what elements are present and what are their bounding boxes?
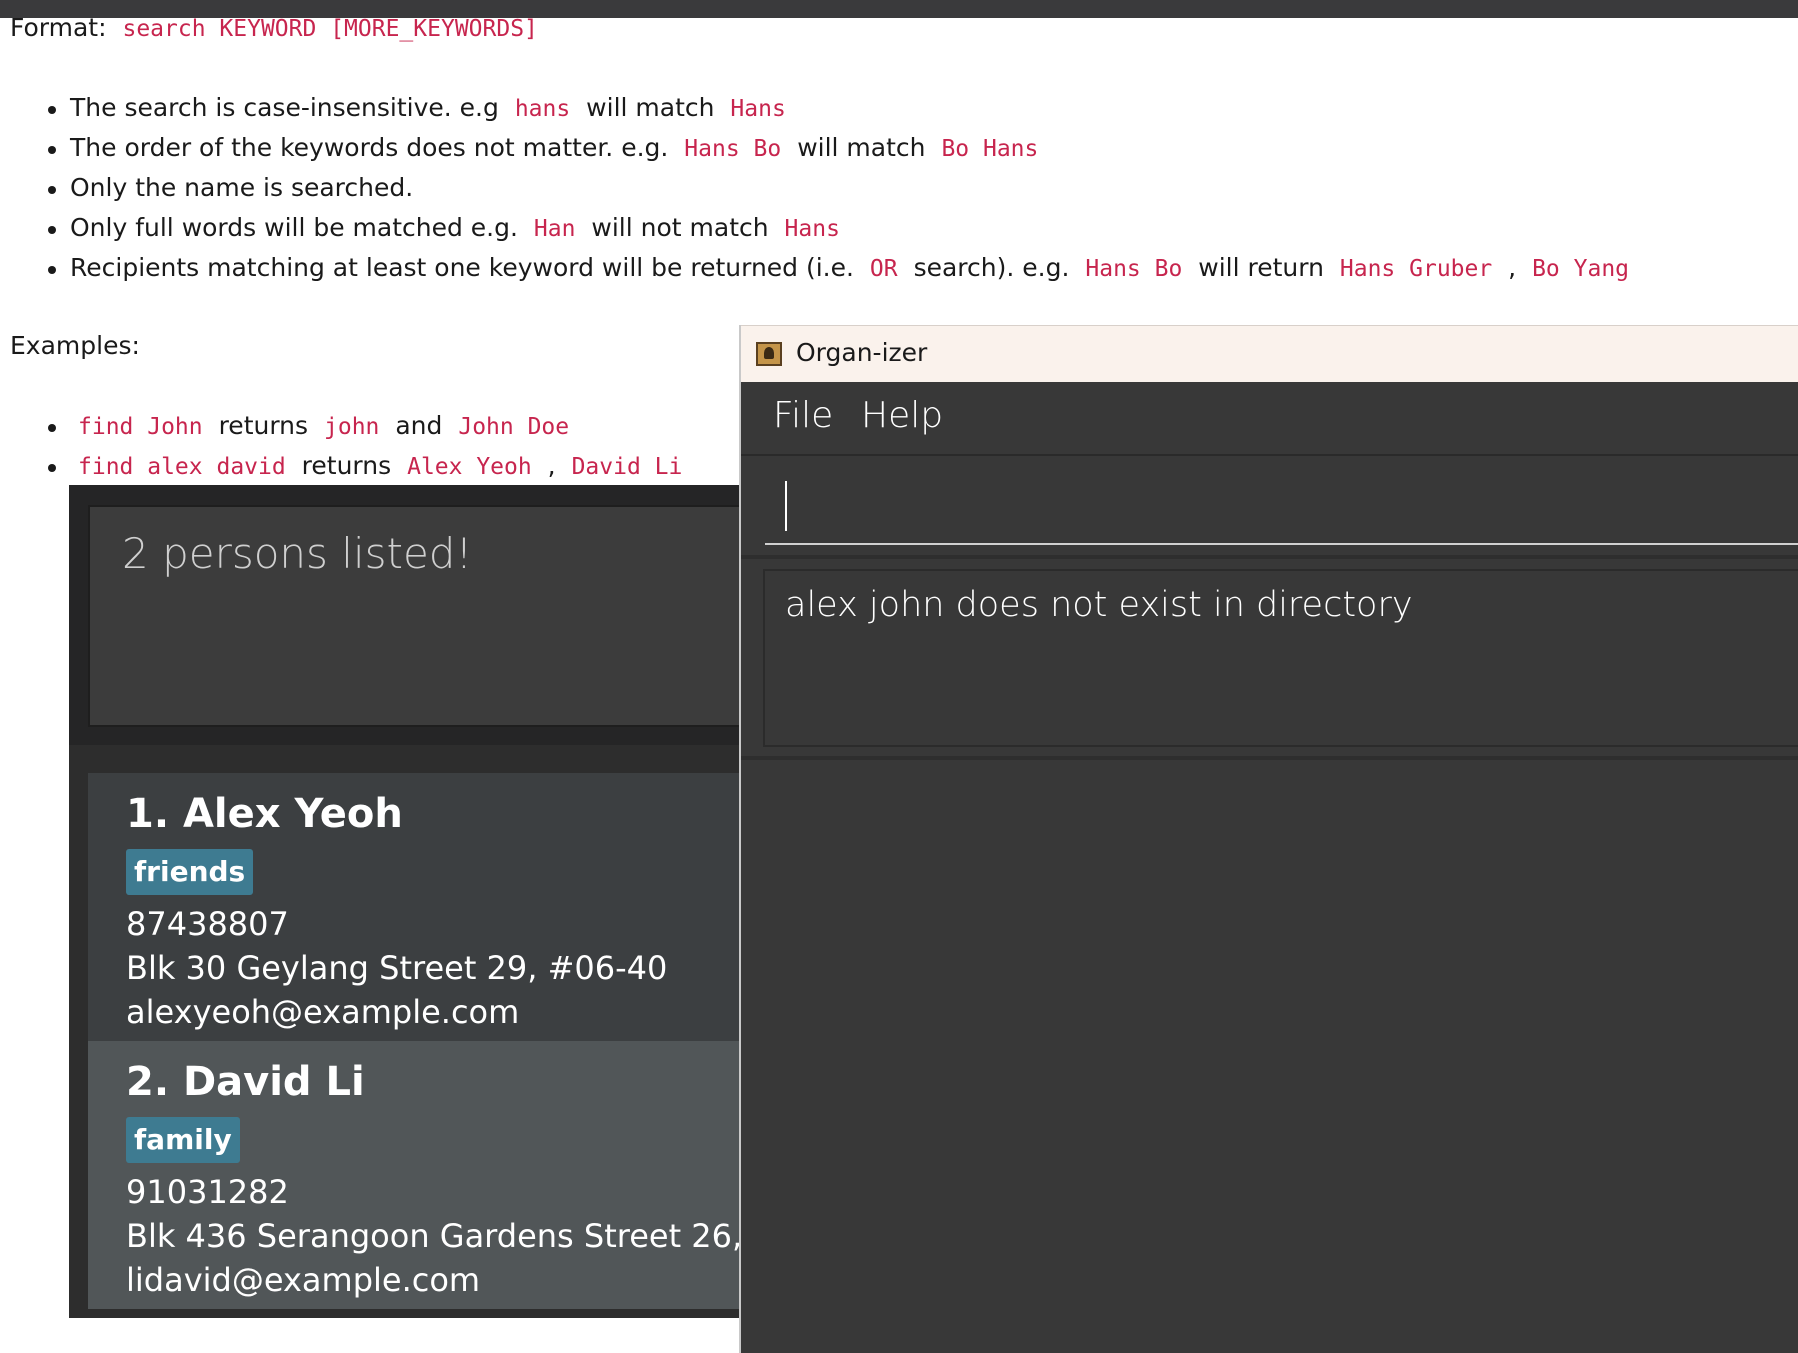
bullet-dot <box>48 226 56 234</box>
inline-code: John Doe <box>458 414 570 440</box>
inline-code: find alex david <box>78 454 286 480</box>
person-card: 2. David Li family 91031282 Blk 436 Sera… <box>88 1041 749 1309</box>
inline-code: Hans Bo <box>684 136 782 162</box>
feedback-text: alex john does not exist in directory <box>785 585 1413 625</box>
organizer-window: Organ-izer File Help alex john does not … <box>739 325 1798 1353</box>
bullet-dot <box>48 186 56 194</box>
menu-bar: File Help <box>741 382 1798 456</box>
inline-code: OR <box>869 256 898 282</box>
inline-code: Hans <box>784 216 840 242</box>
bullet-text: Only full words will be matched e.g. <box>70 213 518 242</box>
inline-code: David Li <box>571 454 683 480</box>
inline-code: find John <box>78 414 203 440</box>
person-address: Blk 436 Serangoon Gardens Street 26, #16… <box>126 1217 749 1255</box>
bullet-text: The order of the keywords does not matte… <box>70 133 669 162</box>
example-text: and <box>395 411 443 440</box>
examples-label: Examples: <box>10 331 140 360</box>
bullet-item: The search is case-insensitive. e.g hans… <box>70 92 794 125</box>
bullet-dot <box>48 146 56 154</box>
bullet-text: The search is case-insensitive. e.g <box>70 93 499 122</box>
bullet-dot <box>48 106 56 114</box>
divider <box>741 756 1798 760</box>
bullet-text: Recipients matching at least one keyword… <box>70 253 854 282</box>
inline-code: john <box>324 414 380 440</box>
bullet-dot <box>48 424 56 432</box>
example-text: , <box>547 451 556 480</box>
person-phone: 87438807 <box>126 905 289 943</box>
person-email: lidavid@example.com <box>126 1261 481 1299</box>
examples-heading: Examples: <box>10 330 140 362</box>
bullet-item: Only full words will be matched e.g. Han… <box>70 212 848 245</box>
menu-help[interactable]: Help <box>861 395 943 436</box>
command-input[interactable] <box>765 473 1798 545</box>
inline-code: Hans Gruber <box>1339 256 1493 282</box>
bullet-text: will return <box>1198 253 1324 282</box>
example-text: returns <box>301 451 392 480</box>
menu-file[interactable]: File <box>773 395 833 436</box>
inline-code: Hans Bo <box>1085 256 1183 282</box>
bullet-text: search). e.g. <box>913 253 1070 282</box>
bullet-text: will match <box>586 93 715 122</box>
result-display: alex john does not exist in directory <box>763 569 1798 747</box>
person-name: 2. David Li <box>126 1059 365 1105</box>
divider <box>741 555 1798 559</box>
person-address: Blk 30 Geylang Street 29, #06-40 <box>126 949 668 987</box>
example-item: find John returns john and John Doe <box>70 410 577 443</box>
bullet-text: Only the name is searched. <box>70 173 414 202</box>
text-caret <box>785 481 787 531</box>
result-text: 2 persons listed! <box>122 529 473 578</box>
window-titlebar[interactable]: Organ-izer <box>741 325 1798 383</box>
result-display: 2 persons listed! <box>88 505 749 727</box>
example-text: returns <box>218 411 309 440</box>
bullet-dot <box>48 464 56 472</box>
bullet-item: Only the name is searched. <box>70 172 413 204</box>
tag-badge: friends <box>126 849 254 895</box>
bullet-dot <box>48 266 56 274</box>
format-label: Format: <box>10 13 107 42</box>
inline-code: Alex Yeoh <box>407 454 532 480</box>
person-phone: 91031282 <box>126 1173 289 1211</box>
inline-code: Han <box>533 216 576 242</box>
example-item: find alex david returns Alex Yeoh , Davi… <box>70 450 690 483</box>
format-line: Format: search KEYWORD [MORE_KEYWORDS] <box>10 12 546 45</box>
bullet-item: The order of the keywords does not matte… <box>70 132 1046 165</box>
bullet-text: will match <box>797 133 926 162</box>
bullet-item: Recipients matching at least one keyword… <box>70 252 1637 285</box>
inline-code: hans <box>514 96 571 122</box>
person-name: 1. Alex Yeoh <box>126 791 403 837</box>
tag-badge: family <box>126 1117 240 1163</box>
person-email: alexyeoh@example.com <box>126 993 520 1031</box>
app-contact-icon <box>756 342 782 366</box>
format-code: search KEYWORD [MORE_KEYWORDS] <box>122 16 538 42</box>
inline-code: Bo Hans <box>941 136 1039 162</box>
inline-code: Bo Yang <box>1532 256 1630 282</box>
example-screenshot: 2 persons listed! 1. Alex Yeoh friends 8… <box>69 485 749 1318</box>
person-card: 1. Alex Yeoh friends 87438807 Blk 30 Gey… <box>88 773 749 1041</box>
window-title: Organ-izer <box>796 338 928 367</box>
bullet-text: , <box>1508 253 1517 282</box>
bullet-text: will not match <box>591 213 769 242</box>
inline-code: Hans <box>730 96 786 122</box>
